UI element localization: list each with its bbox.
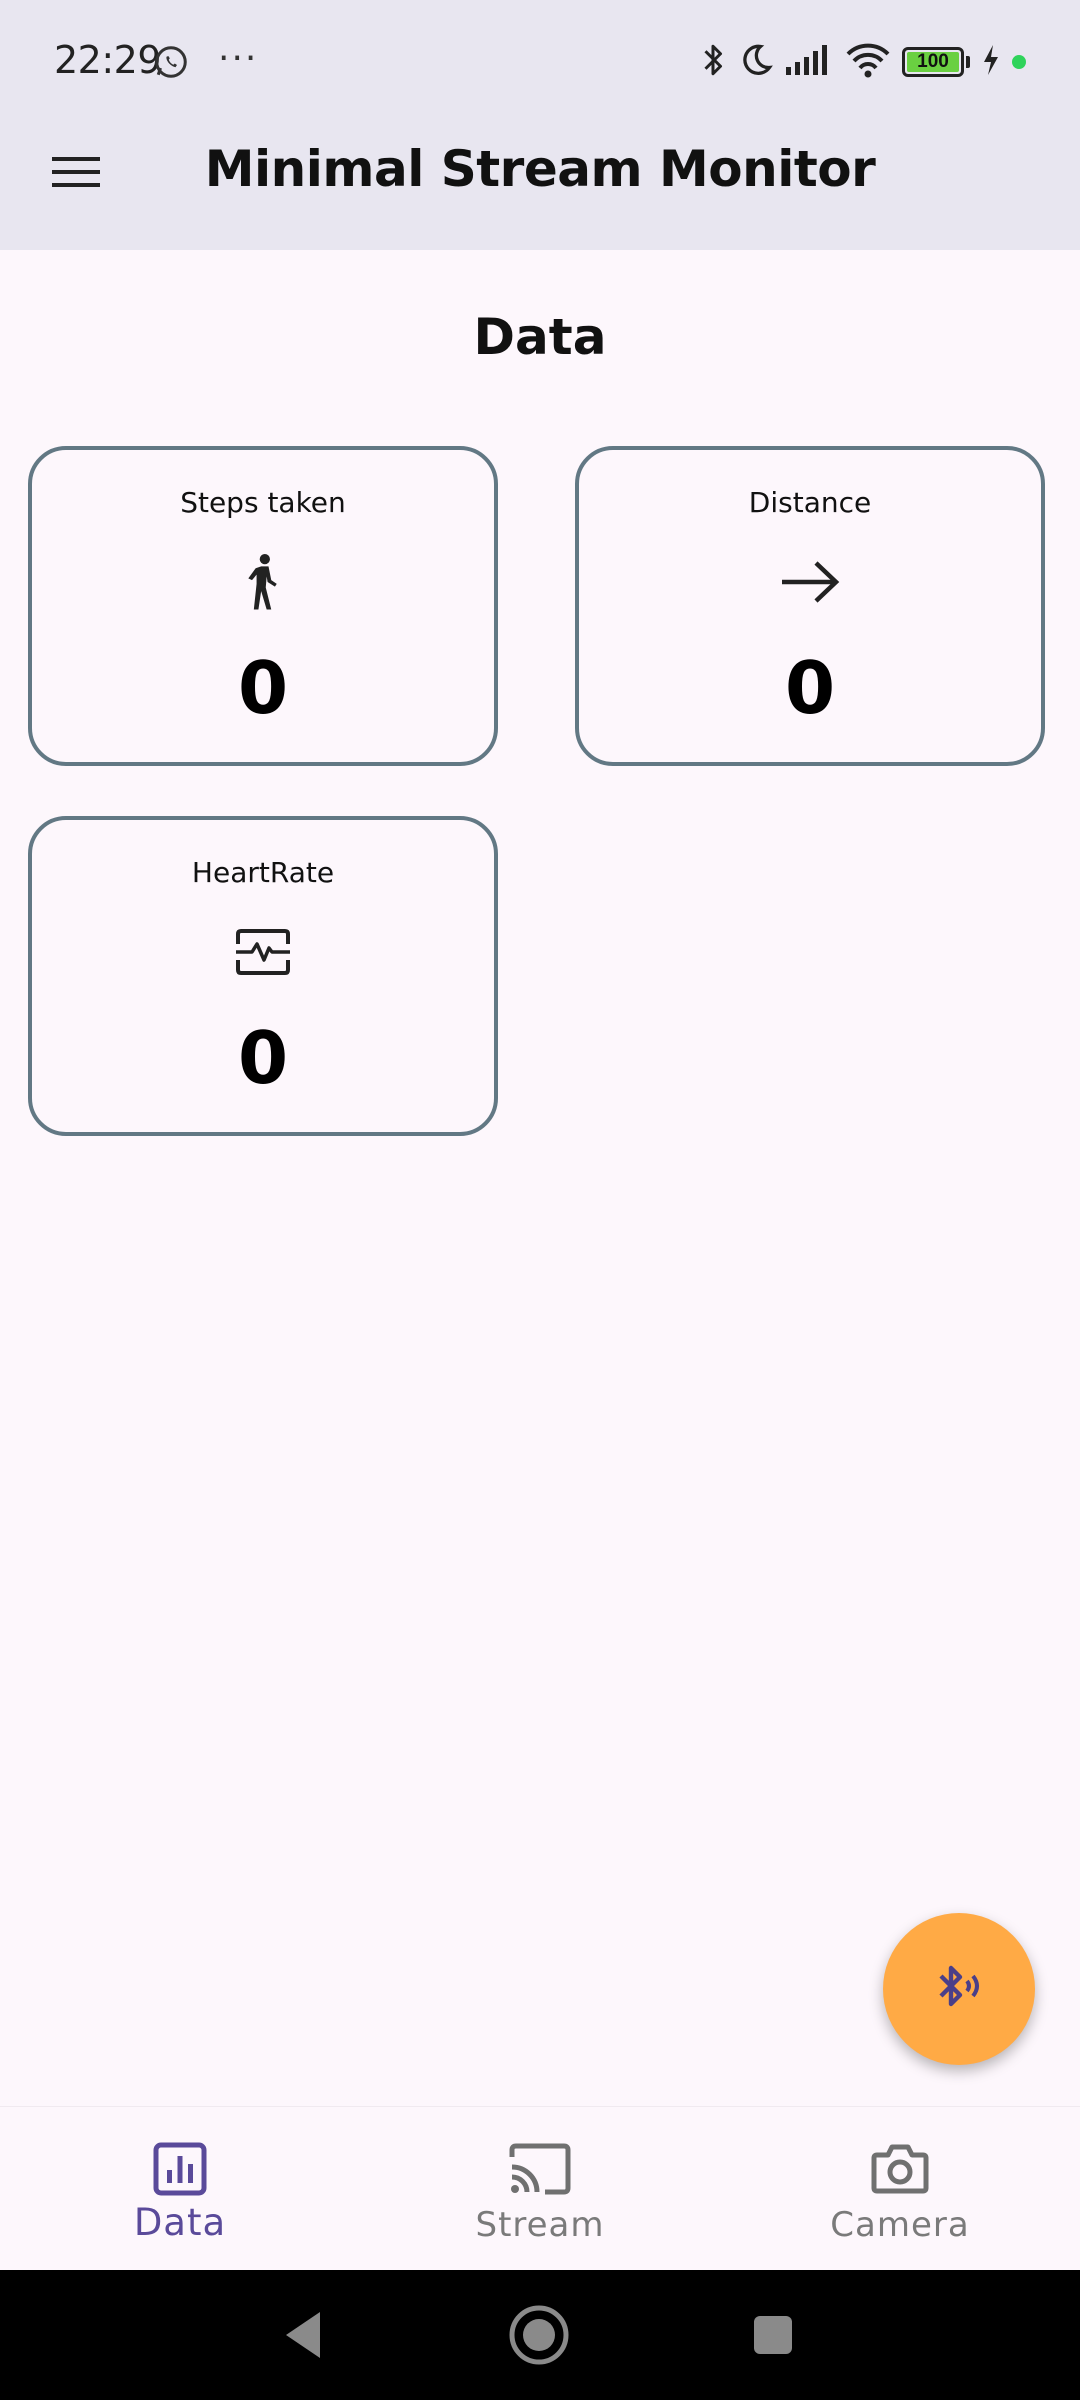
system-navigation-bar: [0, 2270, 1080, 2400]
bottom-navigation: Data Stream Camera: [0, 2106, 1080, 2271]
page-title: Data: [473, 308, 607, 366]
charging-icon: [980, 43, 1002, 81]
nav-label: Data: [133, 2201, 227, 2244]
bluetooth-icon: [698, 40, 728, 84]
battery-level: 100: [917, 51, 949, 72]
bar-chart-icon: [148, 2137, 212, 2201]
steps-card: Steps taken 0: [28, 446, 498, 766]
whatsapp-icon: [153, 44, 189, 80]
nav-item-data[interactable]: Data: [0, 2107, 360, 2271]
status-time: 22:29: [54, 38, 162, 82]
back-button[interactable]: [268, 2298, 342, 2372]
bluetooth-scan-button[interactable]: [883, 1913, 1035, 2065]
status-bar: 22:29 ··· 100: [0, 0, 1080, 125]
nav-item-stream[interactable]: Stream: [360, 2107, 720, 2271]
card-value: 0: [784, 646, 836, 730]
nav-item-camera[interactable]: Camera: [720, 2107, 1080, 2271]
nav-label: Stream: [475, 2205, 605, 2245]
card-value: 0: [237, 646, 289, 730]
card-value: 0: [237, 1016, 289, 1100]
card-label: Steps taken: [180, 486, 346, 519]
bluetooth-searching-icon: [929, 1957, 989, 2021]
nav-label: Camera: [830, 2205, 970, 2245]
cast-icon: [508, 2137, 572, 2201]
status-icons: 100: [698, 40, 1026, 84]
card-label: HeartRate: [191, 856, 335, 889]
camera-icon: [868, 2137, 932, 2201]
signal-icon: [784, 43, 834, 81]
battery-cap: [966, 56, 970, 68]
dot-icon: [1012, 55, 1026, 69]
more-notifications-icon: ···: [218, 38, 259, 79]
moon-icon: [738, 42, 774, 82]
app-title: Minimal Stream Monitor: [204, 140, 876, 198]
heartbeat-monitor-icon: [231, 920, 295, 984]
card-label: Distance: [748, 486, 872, 519]
battery-icon: 100: [902, 47, 964, 77]
walking-icon: [231, 550, 295, 614]
home-button[interactable]: [502, 2298, 576, 2372]
distance-card: Distance 0: [575, 446, 1045, 766]
recents-button[interactable]: [736, 2298, 810, 2372]
heartrate-card: HeartRate 0: [28, 816, 498, 1136]
wifi-icon: [844, 41, 892, 83]
arrow-right-icon: [778, 550, 842, 614]
